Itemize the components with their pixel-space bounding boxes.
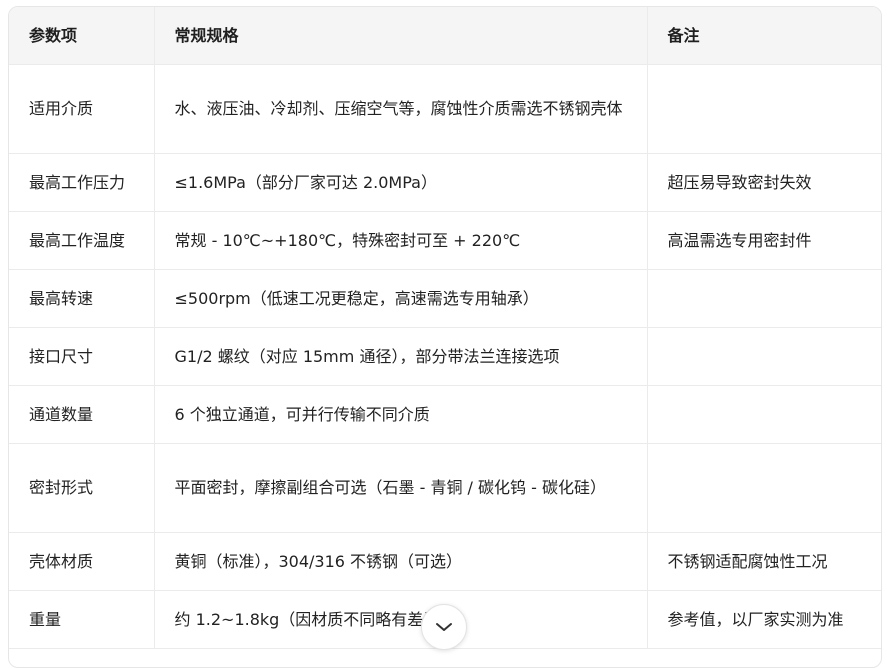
cell-param: 通道数量 <box>9 385 154 444</box>
cell-spec: G1/2 螺纹（对应 15mm 通径），部分带法兰连接选项 <box>153 327 647 386</box>
cell-note <box>646 443 881 533</box>
cell-param: 重量 <box>9 590 154 649</box>
cell-param: 接口尺寸 <box>9 327 154 386</box>
table-row: 接口尺寸 G1/2 螺纹（对应 15mm 通径），部分带法兰连接选项 <box>9 327 881 386</box>
cell-note: 高温需选专用密封件 <box>646 211 881 270</box>
cell-spec: 6 个独立通道，可并行传输不同介质 <box>153 385 647 444</box>
cell-param: 最高工作温度 <box>9 211 154 270</box>
cell-note <box>646 269 881 328</box>
cell-spec: ≤500rpm（低速工况更稳定，高速需选专用轴承） <box>153 269 647 328</box>
cell-spec: 水、液压油、冷却剂、压缩空气等，腐蚀性介质需选不锈钢壳体 <box>153 64 647 154</box>
cell-note: 超压易导致密封失效 <box>646 153 881 212</box>
scroll-down-button[interactable] <box>421 604 467 650</box>
header-note: 备注 <box>646 7 881 65</box>
table-header-row: 参数项 常规规格 备注 <box>9 7 881 65</box>
table-row: 最高工作压力 ≤1.6MPa（部分厂家可达 2.0MPa） 超压易导致密封失效 <box>9 153 881 212</box>
cell-spec: 约 1.2~1.8kg（因材质不同略有差异） <box>153 590 647 649</box>
table-row: 密封形式 平面密封，摩擦副组合可选（石墨 - 青铜 / 碳化钨 - 碳化硅） <box>9 443 881 533</box>
cell-param: 最高转速 <box>9 269 154 328</box>
cell-note <box>646 327 881 386</box>
cell-spec: 常规 - 10℃~+180℃，特殊密封可至 + 220℃ <box>153 211 647 270</box>
header-spec: 常规规格 <box>153 7 647 65</box>
cell-note: 参考值，以厂家实测为准 <box>646 590 881 649</box>
table-row: 壳体材质 黄铜（标准），304/316 不锈钢（可选） 不锈钢适配腐蚀性工况 <box>9 532 881 591</box>
cell-spec: ≤1.6MPa（部分厂家可达 2.0MPa） <box>153 153 647 212</box>
cell-spec: 平面密封，摩擦副组合可选（石墨 - 青铜 / 碳化钨 - 碳化硅） <box>153 443 647 533</box>
cell-note <box>646 64 881 154</box>
chevron-down-icon <box>436 623 452 631</box>
spec-table: 参数项 常规规格 备注 适用介质 水、液压油、冷却剂、压缩空气等，腐蚀性介质需选… <box>9 7 881 649</box>
table-row: 最高工作温度 常规 - 10℃~+180℃，特殊密封可至 + 220℃ 高温需选… <box>9 211 881 270</box>
spec-table-container: 参数项 常规规格 备注 适用介质 水、液压油、冷却剂、压缩空气等，腐蚀性介质需选… <box>8 6 882 668</box>
cell-note: 不锈钢适配腐蚀性工况 <box>646 532 881 591</box>
table-row: 通道数量 6 个独立通道，可并行传输不同介质 <box>9 385 881 444</box>
cell-note <box>646 385 881 444</box>
cell-param: 最高工作压力 <box>9 153 154 212</box>
cell-param: 壳体材质 <box>9 532 154 591</box>
cell-spec: 黄铜（标准），304/316 不锈钢（可选） <box>153 532 647 591</box>
table-row: 最高转速 ≤500rpm（低速工况更稳定，高速需选专用轴承） <box>9 269 881 328</box>
header-param: 参数项 <box>9 7 154 65</box>
cell-param: 密封形式 <box>9 443 154 533</box>
table-row: 适用介质 水、液压油、冷却剂、压缩空气等，腐蚀性介质需选不锈钢壳体 <box>9 64 881 154</box>
cell-param: 适用介质 <box>9 64 154 154</box>
